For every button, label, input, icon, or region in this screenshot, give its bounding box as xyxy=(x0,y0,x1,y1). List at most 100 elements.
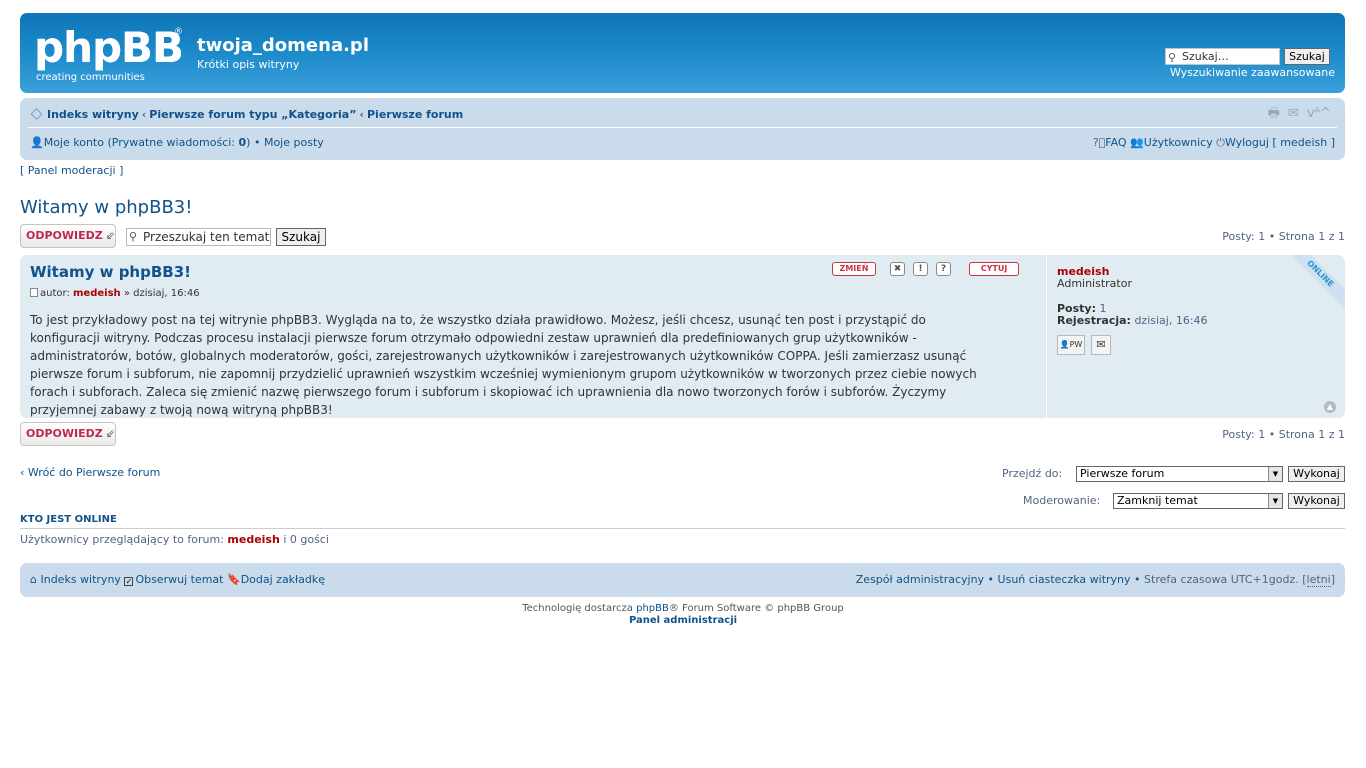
pm-label: Prywatne wiadomości: xyxy=(111,136,239,149)
footer-index-link[interactable]: Indeks witryny xyxy=(40,573,120,586)
header-bar: phpBB ® creating communities twoja_domen… xyxy=(20,13,1345,93)
reply-label: ODPOWIEDZ xyxy=(26,427,103,440)
post-buttons: ZMIEŃ ✖ ! ? CYTUJ xyxy=(832,261,1022,279)
delete-icon[interactable]: ✖ xyxy=(890,262,905,276)
jumpbox: Przejdź do: Pierwsze forum ▼ Wykonaj xyxy=(1002,466,1345,484)
quote-button[interactable]: CYTUJ xyxy=(969,262,1019,276)
navbar-divider xyxy=(28,127,1337,128)
faq-icon: ?⃝ xyxy=(1092,136,1106,149)
pagination-posts: Posty: 1 xyxy=(1222,428,1266,441)
my-account-link[interactable]: Moje konto xyxy=(44,136,104,149)
profile-reg-value: dzisiaj, 16:46 xyxy=(1134,314,1208,327)
advanced-search-link[interactable]: Wyszukiwanie zaawansowane xyxy=(1170,66,1335,79)
jump-go-button[interactable]: Wykonaj xyxy=(1288,466,1345,482)
reply-button-top[interactable]: ODPOWIEDZ ⇙ xyxy=(20,224,116,248)
crumb-index[interactable]: Indeks witryny xyxy=(47,108,139,121)
pm-button-label: PW xyxy=(1069,340,1083,349)
navbar: Indeks witryny ‹ Pierwsze forum typu „Kate… xyxy=(20,98,1345,160)
timezone-text: Strefa czasowa UTC+1godz. [letni] xyxy=(1144,573,1335,587)
users-link[interactable]: Użytkownicy xyxy=(1144,136,1213,149)
chevron-down-icon: ▼ xyxy=(1268,467,1282,481)
reply-button-bottom[interactable]: ODPOWIEDZ ⇙ xyxy=(20,422,116,446)
watch-topic-link[interactable]: Obserwuj temat xyxy=(135,573,223,586)
watch-checkbox-icon: ✓ xyxy=(124,577,134,586)
post-author-name[interactable]: medeish xyxy=(73,288,121,299)
back-to-top-icon[interactable]: ▲ xyxy=(1324,401,1336,413)
pm-user-icon: 👤 xyxy=(1059,340,1070,349)
home-icon: ⌂ xyxy=(30,573,37,586)
info-icon[interactable]: ? xyxy=(936,262,951,276)
crumb-category[interactable]: Pierwsze forum typu „Kategoria” xyxy=(149,108,356,121)
topic-search-input[interactable]: ⚲ Przeszukaj ten temat xyxy=(126,228,271,246)
timezone-label: Strefa czasowa UTC+1godz. [ xyxy=(1144,573,1307,586)
report-icon[interactable]: ! xyxy=(913,262,928,276)
site-name[interactable]: twoja_domena.pl xyxy=(197,35,369,56)
reply-arrow-icon: ⇙ xyxy=(105,427,115,440)
footer-right-links: Zespół administracyjny • Usuń ciasteczka… xyxy=(855,573,1335,587)
author-prefix: autor: xyxy=(40,288,70,299)
team-link[interactable]: Zespół administracyjny xyxy=(856,573,984,586)
mod-select[interactable]: Zamknij temat ▼ xyxy=(1113,493,1283,509)
bookmark-icon: 🔖 xyxy=(226,573,241,586)
logout-icon: ⏻ xyxy=(1216,136,1225,149)
edit-button[interactable]: ZMIEŃ xyxy=(832,262,876,276)
chevron-down-icon: ▼ xyxy=(1268,494,1282,508)
admin-panel-link[interactable]: Panel administracji xyxy=(0,615,1366,626)
post-content: To jest przykładowy post na tej witrynie… xyxy=(30,313,977,417)
online-users: Użytkownicy przeglądający to forum: mede… xyxy=(20,533,329,546)
online-user-link[interactable]: medeish xyxy=(227,533,279,546)
header-search-placeholder: Szukaj… xyxy=(1182,50,1229,63)
who-is-online-heading: KTO JEST ONLINE xyxy=(20,514,117,525)
mod-label: Moderowanie: xyxy=(1023,494,1101,507)
post-profile: medeish Administrator Posty: 1 Rejestrac… xyxy=(1046,255,1345,418)
header-search-button[interactable]: Szukaj xyxy=(1284,48,1330,65)
online-prefix: Użytkownicy przeglądający to forum: xyxy=(20,533,224,546)
timezone-end: ] xyxy=(1330,573,1335,586)
mod-go-button[interactable]: Wykonaj xyxy=(1288,493,1345,509)
users-icon: 👥 xyxy=(1130,136,1144,149)
header-search: ⚲ Szukaj… Szukaj xyxy=(1165,47,1335,67)
print-icon[interactable]: 🖶 xyxy=(1268,106,1280,121)
search-icon: ⚲ xyxy=(1168,51,1177,64)
pagination-page: Strona 1 z 1 xyxy=(1278,230,1345,243)
logo-text: phpBB xyxy=(34,23,184,72)
page-title[interactable]: Witamy w phpBB3! xyxy=(20,197,192,218)
my-posts-link[interactable]: Moje posty xyxy=(264,136,324,149)
post-title[interactable]: Witamy w phpBB3! xyxy=(30,263,191,281)
nav-tools: 🖶 ✉ ᴠᴬ^ xyxy=(1260,104,1331,126)
profile-registration: Rejestracja: dzisiaj, 16:46 xyxy=(1057,314,1208,327)
moderator-panel-link[interactable]: [ Panel moderacji ] xyxy=(20,164,123,177)
pagination-page: Strona 1 z 1 xyxy=(1278,428,1345,441)
jump-select-value: Pierwsze forum xyxy=(1080,467,1165,480)
pm-button[interactable]: 👤PW xyxy=(1057,335,1085,355)
profile-reg-label: Rejestracja: xyxy=(1057,314,1131,327)
jump-select[interactable]: Pierwsze forum ▼ xyxy=(1076,466,1283,482)
back-to-forum-link[interactable]: ‹ Wróć do Pierwsze forum xyxy=(20,466,160,479)
logo-subtitle: creating communities xyxy=(36,72,145,83)
private-messages-link[interactable]: Prywatne wiadomości: 0 xyxy=(112,136,246,149)
jump-label: Przejdź do: xyxy=(1002,467,1063,480)
back-arrow-icon: ‹ xyxy=(20,466,28,479)
header-search-input[interactable]: ⚲ Szukaj… xyxy=(1165,48,1280,65)
crumb-forum[interactable]: Pierwsze forum xyxy=(367,108,463,121)
site-logo[interactable]: phpBB ® creating communities xyxy=(34,23,184,84)
font-size-icon[interactable]: ᴠᴬ^ xyxy=(1307,106,1331,121)
topic-search-button[interactable]: Szukaj xyxy=(276,228,326,246)
copyright-suffix: ® Forum Software © phpBB Group xyxy=(668,603,844,614)
delete-cookies-link[interactable]: Usuń ciasteczka witryny xyxy=(998,573,1131,586)
back-link-label: Wróć do Pierwsze forum xyxy=(27,466,161,479)
logout-link[interactable]: Wyloguj [ medeish ] xyxy=(1225,136,1335,149)
email-topic-icon[interactable]: ✉ xyxy=(1288,106,1299,121)
bookmark-link[interactable]: Dodaj zakładkę xyxy=(241,573,325,586)
post: Witamy w phpBB3! autor: medeish » dzisia… xyxy=(20,255,1345,418)
post-icon[interactable] xyxy=(30,288,38,297)
nav-right-links: ?⃝FAQ 👥Użytkownicy ⏻Wyloguj [ medeish ] xyxy=(1093,136,1335,150)
phpbb-link[interactable]: phpBB xyxy=(636,603,669,614)
online-badge: ONLINE xyxy=(1283,255,1345,311)
email-icon[interactable]: ✉ xyxy=(1091,335,1111,355)
pm-count: 0 xyxy=(238,136,247,149)
online-divider xyxy=(20,528,1345,529)
profile-rank: Administrator xyxy=(1057,277,1132,290)
faq-link[interactable]: FAQ xyxy=(1105,136,1126,149)
dst-abbr: letni xyxy=(1306,573,1331,587)
